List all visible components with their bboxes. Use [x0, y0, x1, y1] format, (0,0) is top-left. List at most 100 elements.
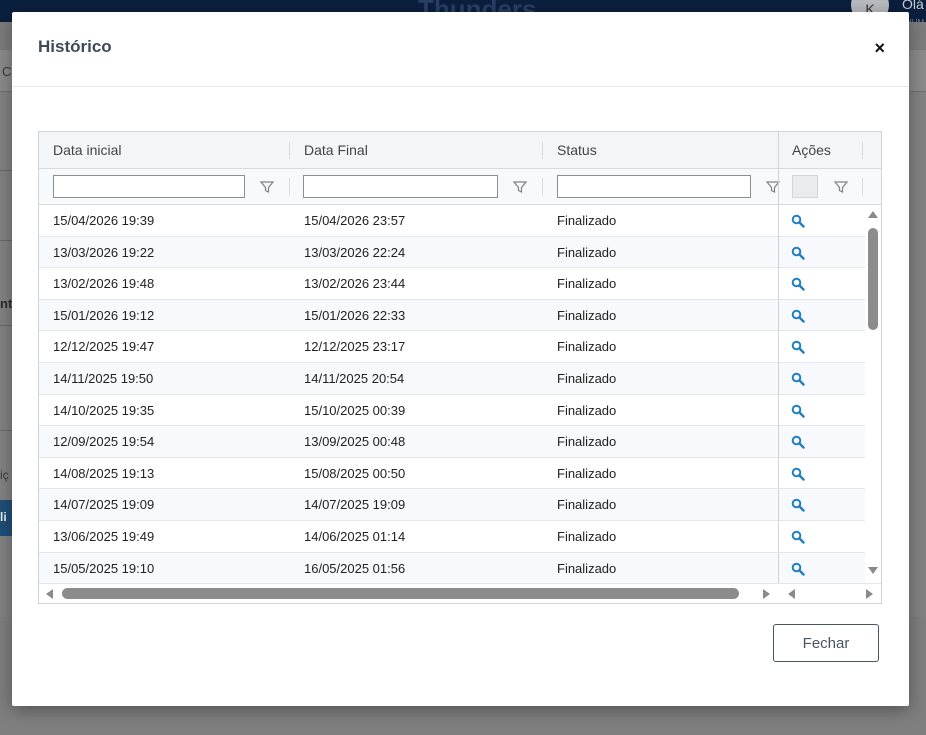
status-filter-input[interactable]	[557, 175, 751, 198]
scroll-right-icon[interactable]	[866, 589, 873, 599]
cell-status: Finalizado	[557, 244, 617, 260]
cell-start: 13/06/2025 19:49	[53, 529, 155, 544]
search-icon[interactable]	[791, 214, 805, 228]
filter-separator	[289, 178, 290, 196]
cell-status: Finalizado	[557, 402, 617, 418]
table-row[interactable]: 14/07/2025 19:09 14/07/2025 19:09 Finaliza…	[39, 489, 865, 521]
cell-end: 13/03/2026 22:24	[304, 244, 406, 260]
vertical-scrollbar[interactable]	[865, 205, 881, 583]
cell-start: 15/01/2026 19:12	[53, 307, 155, 323]
grid-header-row: Data inicial Data Final Status Ações	[39, 132, 881, 169]
cell-end: 12/12/2025 23:17	[304, 339, 406, 355]
search-icon[interactable]	[791, 277, 805, 291]
scroll-left-icon[interactable]	[46, 589, 53, 599]
cell-end: 14/07/2025 19:09	[304, 497, 406, 513]
cell-start: 14/11/2025 19:50	[53, 371, 154, 386]
cell-start: 15/05/2025 19:10	[53, 560, 155, 576]
search-icon[interactable]	[791, 435, 805, 449]
background-divider	[0, 325, 12, 326]
search-icon[interactable]	[791, 530, 805, 544]
vertical-scroll-thumb[interactable]	[868, 228, 878, 330]
column-header-start-date[interactable]: Data inicial	[39, 132, 289, 169]
cell-start: 14/08/2025 19:13	[53, 465, 155, 481]
cell-status: Finalizado	[557, 497, 617, 513]
search-icon[interactable]	[791, 246, 805, 260]
filter-icon[interactable]	[513, 180, 527, 194]
background-greeting: Olá	[902, 0, 924, 12]
frozen-column-divider	[778, 132, 779, 603]
actions-filter-box	[792, 175, 818, 198]
grid-body: 15/04/2026 19:39 15/04/2026 23:57 Finaliza…	[39, 205, 865, 583]
table-row[interactable]: 13/06/2025 19:49 14/06/2025 01:14 Finaliza…	[39, 521, 865, 553]
cell-status: Finalizado	[557, 213, 617, 228]
column-header-status[interactable]: Status	[543, 132, 778, 169]
table-row[interactable]: 15/04/2026 19:39 15/04/2026 23:57 Finaliza…	[39, 205, 865, 237]
close-icon[interactable]: ×	[874, 39, 885, 57]
background-toolbar-fragment: C	[2, 64, 12, 79]
cell-status: Finalizado	[557, 276, 617, 292]
cell-end: 14/06/2025 01:14	[304, 529, 406, 544]
table-row[interactable]: 13/02/2026 19:48 13/02/2026 23:44 Finaliza…	[39, 268, 865, 300]
dialog-title: Histórico	[38, 37, 112, 56]
cell-start: 13/02/2026 19:48	[53, 276, 155, 292]
cell-end: 15/04/2026 23:57	[304, 213, 406, 228]
search-icon[interactable]	[791, 467, 805, 481]
cell-status: Finalizado	[557, 529, 617, 544]
table-row[interactable]: 12/12/2025 19:47 12/12/2025 23:17 Finaliza…	[39, 331, 865, 363]
cell-status: Finalizado	[557, 307, 617, 323]
filter-separator	[542, 178, 543, 196]
cell-status: Finalizado	[557, 371, 617, 386]
scroll-left-icon[interactable]	[788, 589, 795, 599]
cell-start: 14/07/2025 19:09	[53, 497, 155, 513]
cell-start: 14/10/2025 19:35	[53, 402, 155, 418]
horizontal-scrollbar[interactable]	[39, 583, 881, 603]
filter-icon	[834, 181, 848, 193]
table-row[interactable]: 12/09/2025 19:54 13/09/2025 00:48 Finaliza…	[39, 426, 865, 458]
close-button[interactable]: Fechar	[773, 624, 879, 662]
cell-start: 12/12/2025 19:47	[53, 339, 155, 355]
table-row[interactable]: 15/05/2025 19:10 16/05/2025 01:56 Finaliza…	[39, 552, 865, 583]
cell-status: Finalizado	[557, 434, 617, 450]
cell-start: 12/09/2025 19:54	[53, 434, 155, 450]
cell-end: 13/09/2025 00:48	[304, 434, 406, 450]
dialog-header: Histórico ×	[12, 12, 909, 87]
column-header-end-date[interactable]: Data Final	[290, 132, 542, 169]
background-divider	[0, 430, 12, 431]
cell-start: 15/04/2026 19:39	[53, 213, 155, 228]
cell-end: 15/01/2026 22:33	[304, 307, 406, 323]
filter-separator	[862, 178, 863, 196]
cell-end: 16/05/2025 01:56	[304, 560, 406, 576]
end-date-filter-input[interactable]	[303, 175, 498, 198]
scroll-right-icon[interactable]	[763, 589, 770, 599]
background-text-fragment: iç	[0, 468, 9, 482]
background-button-fragment: li	[0, 510, 7, 524]
start-date-filter-input[interactable]	[53, 175, 245, 198]
background-divider	[0, 170, 12, 171]
horizontal-scroll-thumb[interactable]	[62, 588, 739, 599]
history-grid: Data inicial Data Final Status Ações 15/…	[38, 131, 882, 604]
cell-start: 13/03/2026 19:22	[53, 244, 155, 260]
filter-icon[interactable]	[260, 180, 274, 194]
column-header-actions: Ações	[792, 142, 831, 158]
cell-status: Finalizado	[557, 465, 617, 481]
table-row[interactable]: 14/11/2025 19:50 14/11/2025 20:54 Finaliza…	[39, 363, 865, 395]
cell-status: Finalizado	[557, 560, 617, 576]
table-row[interactable]: 14/10/2025 19:35 15/10/2025 00:39 Finaliza…	[39, 395, 865, 427]
column-resize-handle	[862, 142, 863, 159]
cell-status: Finalizado	[557, 339, 617, 355]
grid-filter-row	[39, 169, 881, 205]
history-dialog: Histórico × Data inicial Data Final Stat…	[12, 12, 909, 706]
cell-end: 13/02/2026 23:44	[304, 276, 406, 292]
search-icon[interactable]	[791, 404, 805, 418]
scroll-up-icon[interactable]	[868, 211, 878, 218]
search-icon[interactable]	[791, 309, 805, 323]
search-icon[interactable]	[791, 340, 805, 355]
search-icon[interactable]	[791, 498, 805, 513]
scroll-down-icon[interactable]	[868, 567, 878, 574]
table-row[interactable]: 14/08/2025 19:13 15/08/2025 00:50 Finaliza…	[39, 458, 865, 490]
table-row[interactable]: 13/03/2026 19:22 13/03/2026 22:24 Finaliza…	[39, 236, 865, 269]
cell-end: 14/11/2025 20:54	[304, 371, 405, 386]
search-icon[interactable]	[791, 562, 805, 576]
table-row[interactable]: 15/01/2026 19:12 15/01/2026 22:33 Finaliza…	[39, 299, 865, 332]
search-icon[interactable]	[791, 372, 805, 386]
